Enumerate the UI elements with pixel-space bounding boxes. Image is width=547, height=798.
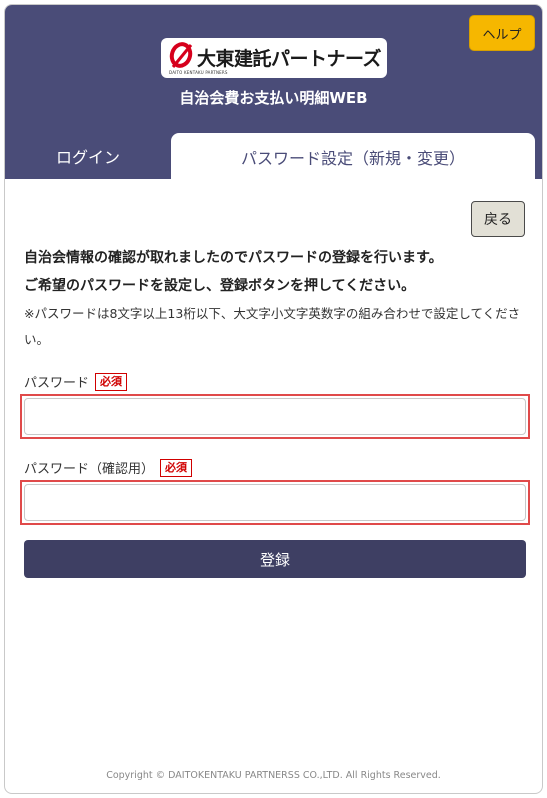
password-confirm-label: パスワード（確認用） [24,462,155,477]
back-button[interactable]: 戻る [471,201,525,237]
register-button[interactable]: 登録 [24,540,526,578]
help-button[interactable]: ヘルプ [469,15,535,51]
password-confirm-field-wrapper [20,480,530,525]
password-label-row: パスワード 必須 [24,372,128,391]
required-badge: 必須 [160,458,193,477]
tab-login[interactable]: ログイン [5,133,171,179]
instruction-line-1: 自治会情報の確認が取れましたのでパスワードの登録を行います。 [24,250,443,266]
password-field-wrapper [20,394,530,439]
header: ヘルプ DAITO KENTAKU PARTNERS 大東建託パートナーズ 自治… [5,5,542,181]
instruction-line-2: ご希望のパスワードを設定し、登録ボタンを押してください。 [24,278,416,294]
password-input[interactable] [24,398,526,435]
password-label: パスワード [24,376,90,391]
password-confirm-input[interactable] [24,484,526,521]
main-card: ヘルプ DAITO KENTAKU PARTNERS 大東建託パートナーズ 自治… [4,4,543,794]
password-rule-note: ※パスワードは8文字以上13桁以下、大文字小文字英数字の組み合わせで設定してくだ… [24,306,521,347]
logo-text: 大東建託パートナーズ [197,48,382,70]
company-logo: DAITO KENTAKU PARTNERS 大東建託パートナーズ [161,38,387,78]
password-confirm-label-row: パスワード（確認用） 必須 [24,458,193,477]
required-badge: 必須 [95,372,128,391]
copyright: Copyright © DAITOKENTAKU PARTNERSS CO.,L… [106,770,441,781]
tab-password-settings[interactable]: パスワード設定（新規・変更） [171,133,535,181]
app-title: 自治会費お支払い明細WEB [179,89,368,107]
logo-mark-icon [169,42,193,68]
